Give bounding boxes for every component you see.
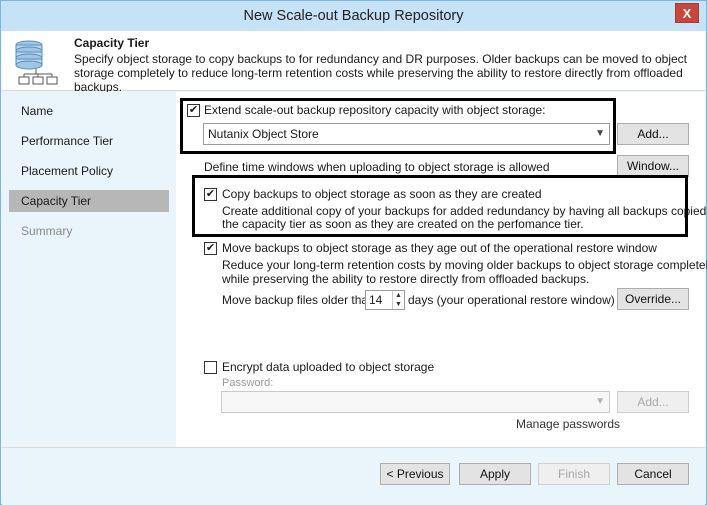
copy-backups-checkbox[interactable]: [204, 188, 217, 201]
encrypt-label: Encrypt data uploaded to object storage: [222, 360, 435, 374]
sidebar-item-placement-policy[interactable]: Placement Policy: [9, 160, 169, 182]
chevron-down-icon: ▼: [595, 128, 605, 139]
move-backups-desc-2: while preserving the ability to restore …: [222, 272, 590, 286]
window-title: New Scale-out Backup Repository: [243, 8, 464, 24]
encrypt-checkbox[interactable]: [204, 361, 217, 374]
password-select[interactable]: ▼: [221, 391, 610, 413]
extend-capacity-label: Extend scale-out backup repository capac…: [204, 103, 546, 117]
wizard-header: Capacity Tier Specify object storage to …: [2, 31, 705, 94]
manage-passwords-link[interactable]: Manage passwords: [516, 417, 620, 431]
move-older-label: Move backup files older than: [222, 293, 375, 307]
time-windows-label: Define time windows when uploading to ob…: [204, 160, 550, 174]
sidebar-item-name[interactable]: Name: [9, 100, 169, 122]
capacity-tier-panel: Extend scale-out backup repository capac…: [176, 92, 707, 447]
title-bar: New Scale-out Backup Repository X: [1, 1, 706, 31]
object-store-select[interactable]: Nutanix Object Store ▼: [203, 123, 610, 145]
cancel-button[interactable]: Cancel: [617, 463, 689, 485]
header-description: Specify object storage to copy backups t…: [74, 52, 688, 94]
wizard-window: New Scale-out Backup Repository X Capaci…: [0, 0, 707, 505]
wizard-footer: < Previous Apply Finish Cancel: [2, 447, 705, 505]
override-button[interactable]: Override...: [617, 288, 689, 310]
header-title: Capacity Tier: [74, 36, 150, 50]
copy-backups-desc-1: Create additional copy of your backups f…: [222, 204, 707, 218]
add-object-store-button[interactable]: Add...: [617, 123, 689, 145]
copy-backups-label: Copy backups to object storage as soon a…: [222, 187, 542, 201]
finish-button[interactable]: Finish: [538, 463, 610, 485]
copy-backups-desc-2: the capacity tier as soon as they are cr…: [222, 217, 584, 231]
retention-days-value: 14: [369, 293, 383, 307]
object-store-value: Nutanix Object Store: [208, 127, 319, 141]
window-button[interactable]: Window...: [617, 155, 689, 177]
retention-days-stepper[interactable]: 14 ▲ ▼: [365, 290, 405, 310]
stepper-up-icon[interactable]: ▲: [393, 291, 404, 300]
repository-icon: [15, 40, 58, 85]
password-label: Password:: [222, 377, 274, 389]
move-backups-desc-1: Reduce your long-term retention costs by…: [222, 258, 707, 272]
apply-button[interactable]: Apply: [459, 463, 531, 485]
add-password-button[interactable]: Add...: [617, 391, 689, 413]
days-label: days (your operational restore window): [408, 293, 615, 307]
previous-button[interactable]: < Previous: [380, 463, 450, 485]
extend-capacity-checkbox[interactable]: [187, 104, 200, 117]
stepper-buttons: ▲ ▼: [392, 291, 404, 309]
sidebar-item-summary[interactable]: Summary: [9, 220, 169, 242]
sidebar-item-performance-tier[interactable]: Performance Tier: [9, 130, 169, 152]
close-button[interactable]: X: [675, 3, 699, 23]
move-backups-label: Move backups to object storage as they a…: [222, 241, 657, 255]
chevron-down-icon: ▼: [595, 396, 605, 407]
stepper-down-icon[interactable]: ▼: [393, 300, 404, 309]
wizard-steps-sidebar: Name Performance Tier Placement Policy C…: [2, 92, 176, 447]
move-backups-checkbox[interactable]: [204, 242, 217, 255]
sidebar-item-capacity-tier[interactable]: Capacity Tier: [9, 190, 169, 212]
